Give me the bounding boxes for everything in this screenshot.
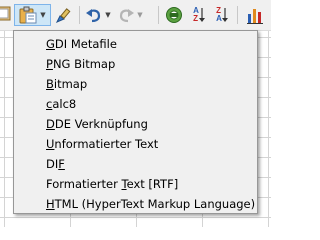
menu-item-unformatted-text[interactable]: Unformatierter Text [14,134,257,154]
standard-toolbar: ▼ ▼ ▼ A Z Z A [0,0,271,31]
insert-chart-icon [246,6,264,24]
spelling-icon [165,6,183,24]
menu-item-gdi-metafile[interactable]: GDI Metafile [14,34,257,54]
clipboard-icon [0,5,12,25]
app-screen: ▼ ▼ ▼ A Z Z A GDI Metafile PNG Bitmap Bi… [0,0,271,227]
redo-dropdown-arrow-icon: ▼ [137,10,143,19]
paste-format-menu: GDI Metafile PNG Bitmap Bitmap calc8 DDE… [13,30,258,214]
redo-button: ▼ [115,4,145,26]
menu-item-formatted-text-rtf[interactable]: Formatierter Text [RTF] [14,174,257,194]
clone-formatting-button[interactable] [54,4,74,26]
paste-icon [19,6,37,24]
menu-item-png-bitmap[interactable]: PNG Bitmap [14,54,257,74]
sort-descending-icon: Z A [216,7,228,23]
menu-item-bitmap[interactable]: Bitmap [14,74,257,94]
paste-button[interactable]: ▼ [14,4,51,26]
menu-item-dif[interactable]: DIF [14,154,257,174]
toolbar-separator [237,6,238,24]
clone-formatting-icon [55,6,73,24]
clipboard-button[interactable] [0,4,12,26]
toolbar-separator [158,6,159,24]
sort-ascending-button[interactable]: A Z [189,4,209,26]
menu-item-html[interactable]: HTML (HyperText Markup Language) [14,194,257,214]
menu-item-dde-link[interactable]: DDE Verknüpfung [14,114,257,134]
undo-icon [85,6,103,24]
sort-ascending-icon: A Z [193,7,205,23]
paste-dropdown-arrow-icon[interactable]: ▼ [40,11,45,19]
redo-icon [117,6,135,24]
sort-descending-button[interactable]: Z A [212,4,232,26]
insert-chart-button[interactable] [244,4,266,26]
undo-dropdown-arrow-icon[interactable]: ▼ [105,11,110,19]
menu-item-calc8[interactable]: calc8 [14,94,257,114]
undo-button[interactable]: ▼ [83,4,113,26]
spelling-button[interactable] [163,4,185,26]
toolbar-separator [79,6,80,24]
